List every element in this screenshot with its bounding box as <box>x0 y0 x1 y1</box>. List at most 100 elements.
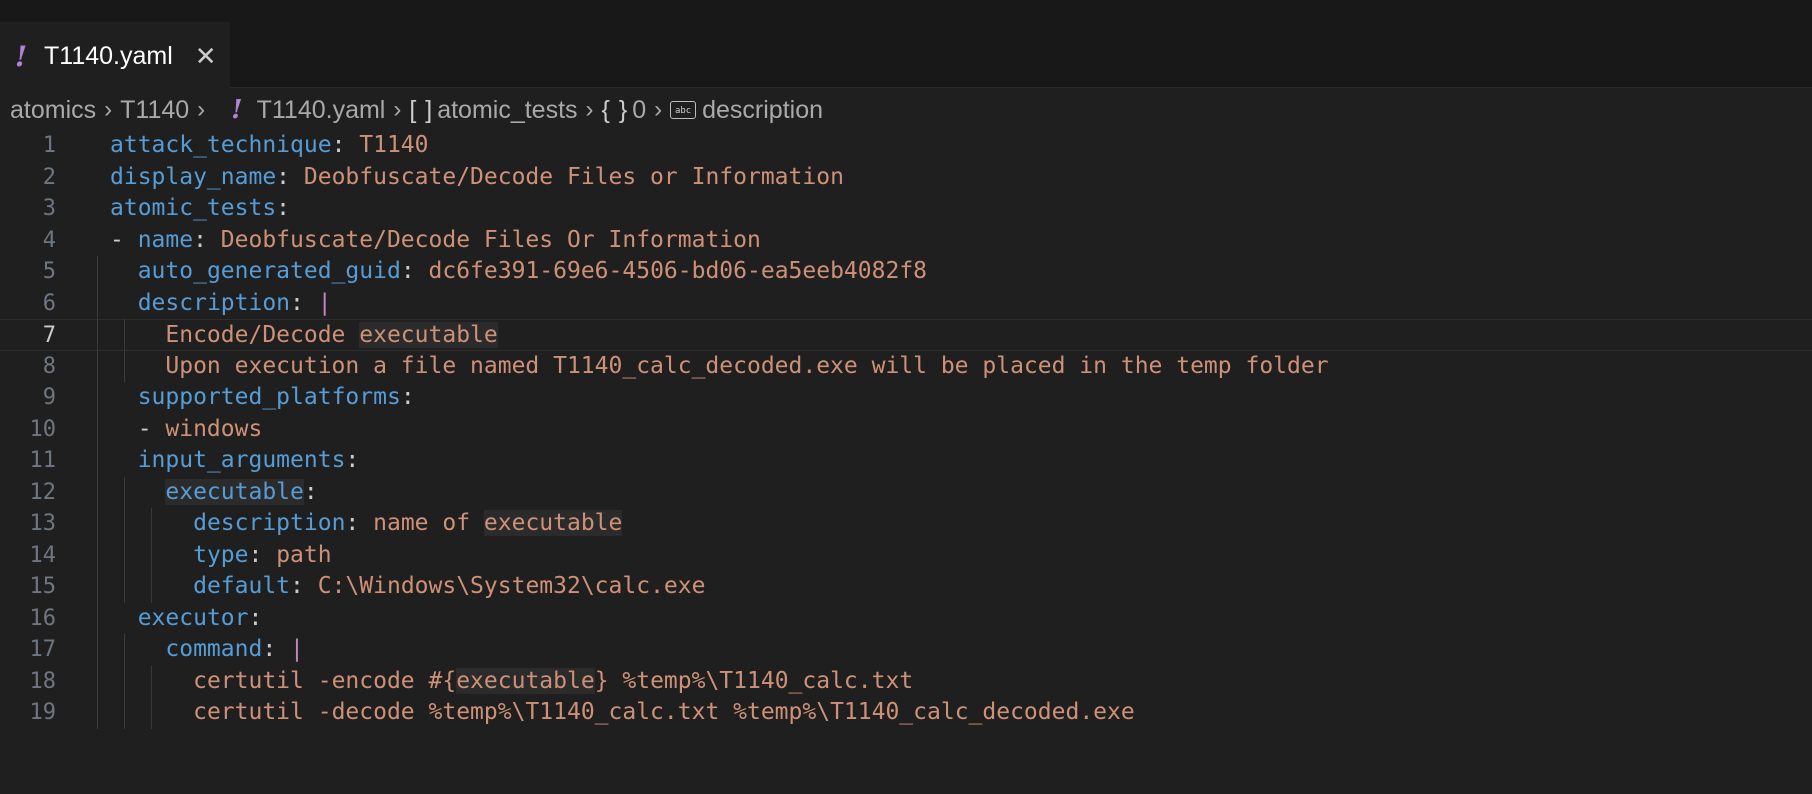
chevron-right-icon: › <box>654 96 663 123</box>
breadcrumb-item-t1140[interactable]: T1140 <box>120 96 189 125</box>
line-number: 17 <box>29 637 57 662</box>
code-line[interactable]: 8 Upon execution a file named T1140_calc… <box>0 351 1812 383</box>
code-line[interactable]: 7 Encode/Decode executable <box>0 319 1812 351</box>
line-number: 10 <box>29 416 57 442</box>
editor-window: ! T1140.yaml ✕ atomics › T1140 › ! T1140… <box>0 0 1812 794</box>
tab-bar: ! T1140.yaml ✕ <box>0 0 1812 88</box>
code-token: - <box>110 226 138 253</box>
code-line[interactable]: 2 display_name: Deobfuscate/Decode Files … <box>0 162 1812 194</box>
code-text: atomic_tests: <box>110 193 290 225</box>
code-line[interactable]: 16 executor: <box>0 603 1812 635</box>
tab-label: T1140.yaml <box>44 41 173 70</box>
code-token: description <box>193 510 346 536</box>
code-line[interactable]: 11 input_arguments: <box>0 445 1812 477</box>
yaml-file-icon: ! <box>231 95 243 125</box>
line-number: 8 <box>42 353 56 379</box>
code-token: default <box>193 573 291 599</box>
code-line[interactable]: 9 supported_platforms: <box>0 382 1812 414</box>
line-number: 14 <box>29 542 57 568</box>
code-token: executable <box>456 667 595 694</box>
code-token: - <box>110 415 166 442</box>
indent-guide <box>124 319 125 382</box>
code-token: executor <box>137 604 249 631</box>
string-symbol-icon: abc <box>670 101 697 119</box>
line-number: 3 <box>42 196 56 221</box>
close-icon[interactable]: ✕ <box>195 43 217 69</box>
line-number: 5 <box>42 259 56 284</box>
line-number: 18 <box>29 668 57 694</box>
code-token: | <box>290 636 304 662</box>
code-token: executable <box>165 478 304 505</box>
indent-guide <box>151 508 152 603</box>
line-number: 19 <box>29 700 57 725</box>
code-line[interactable]: 10 - windows <box>0 414 1812 446</box>
code-token: : <box>400 384 415 410</box>
code-text: supported_platforms: <box>110 382 415 414</box>
code-line[interactable]: 19 certutil -decode %temp%\T1140_calc.tx… <box>0 697 1812 729</box>
code-line[interactable]: 4 - name: Deobfuscate/Decode Files Or Inf… <box>0 225 1812 257</box>
code-token: : <box>262 636 291 662</box>
code-token: : <box>276 195 291 221</box>
code-text: certutil -decode %temp%\T1140_calc.txt %… <box>110 697 1135 729</box>
yaml-file-icon: ! <box>14 39 28 73</box>
code-text: command: | <box>110 634 304 666</box>
code-line[interactable]: 3 atomic_tests: <box>0 193 1812 225</box>
code-token: atomic_tests <box>110 195 277 221</box>
code-line[interactable]: 15 default: C:\Windows\System32\calc.exe <box>0 571 1812 603</box>
breadcrumb-item-atomic-tests[interactable]: atomic_tests <box>437 96 577 125</box>
code-line[interactable]: 13 description: name of executable <box>0 508 1812 540</box>
code-text: executor: <box>110 603 263 635</box>
code-text: Encode/Decode executable <box>110 320 498 352</box>
line-number: 13 <box>29 511 57 536</box>
breadcrumb: atomics › T1140 › ! T1140.yaml › [ ] ato… <box>0 88 1812 132</box>
code-token: name of <box>373 510 484 536</box>
code-line[interactable]: 17 command: | <box>0 634 1812 666</box>
code-text: description: name of executable <box>110 508 623 540</box>
code-token: : <box>248 541 277 568</box>
code-token: : <box>400 258 429 284</box>
code-token: T1140 <box>359 132 429 158</box>
code-line[interactable]: 12 executable: <box>0 477 1812 509</box>
code-token: executable <box>359 322 498 348</box>
breadcrumb-item-index[interactable]: 0 <box>632 96 646 125</box>
code-text: executable: <box>110 477 318 509</box>
indent-guide <box>124 634 125 729</box>
code-text: display_name: Deobfuscate/Decode Files o… <box>110 162 844 194</box>
indent-guide <box>124 476 125 603</box>
code-line[interactable]: 6 description: | <box>0 288 1812 320</box>
code-text: description: | <box>110 288 332 320</box>
code-line[interactable]: 14 type: path <box>0 540 1812 572</box>
line-number: 4 <box>42 227 56 253</box>
code-token: : <box>345 510 374 536</box>
code-token: : <box>303 478 318 505</box>
code-line[interactable]: 1 attack_technique: T1140 <box>0 130 1812 162</box>
code-token: Deobfuscate/Decode Files Or Information <box>220 226 761 253</box>
breadcrumb-item-description[interactable]: description <box>702 96 823 125</box>
breadcrumb-item-atomics[interactable]: atomics <box>10 96 96 125</box>
code-line[interactable]: 5 auto_generated_guid: dc6fe391-69e6-450… <box>0 256 1812 288</box>
code-editor[interactable]: 1 attack_technique: T1140 2 display_name: D… <box>0 130 1812 794</box>
breadcrumb-item-file[interactable]: T1140.yaml <box>257 96 386 125</box>
code-text: input_arguments: <box>110 445 360 477</box>
code-text: Upon execution a file named T1140_calc_d… <box>110 351 1328 383</box>
code-token: executable <box>483 510 623 536</box>
array-symbol-icon: [ ] <box>409 95 434 124</box>
indent-guide <box>97 256 98 729</box>
object-symbol-icon: { } <box>601 95 629 124</box>
code-text: certutil -encode #{executable} %temp%\T1… <box>110 666 913 698</box>
code-token: : <box>248 604 263 631</box>
tab-t1140-yaml[interactable]: ! T1140.yaml ✕ <box>0 22 230 88</box>
code-token: attack_technique <box>110 132 332 158</box>
code-text: type: path <box>110 540 331 572</box>
indent-guide <box>151 665 152 729</box>
code-token: : <box>345 447 360 473</box>
code-line[interactable]: 18 certutil -encode #{executable} %temp%… <box>0 666 1812 698</box>
line-number: 7 <box>42 323 56 348</box>
code-token: } %temp%\T1140_calc.txt <box>594 667 914 694</box>
